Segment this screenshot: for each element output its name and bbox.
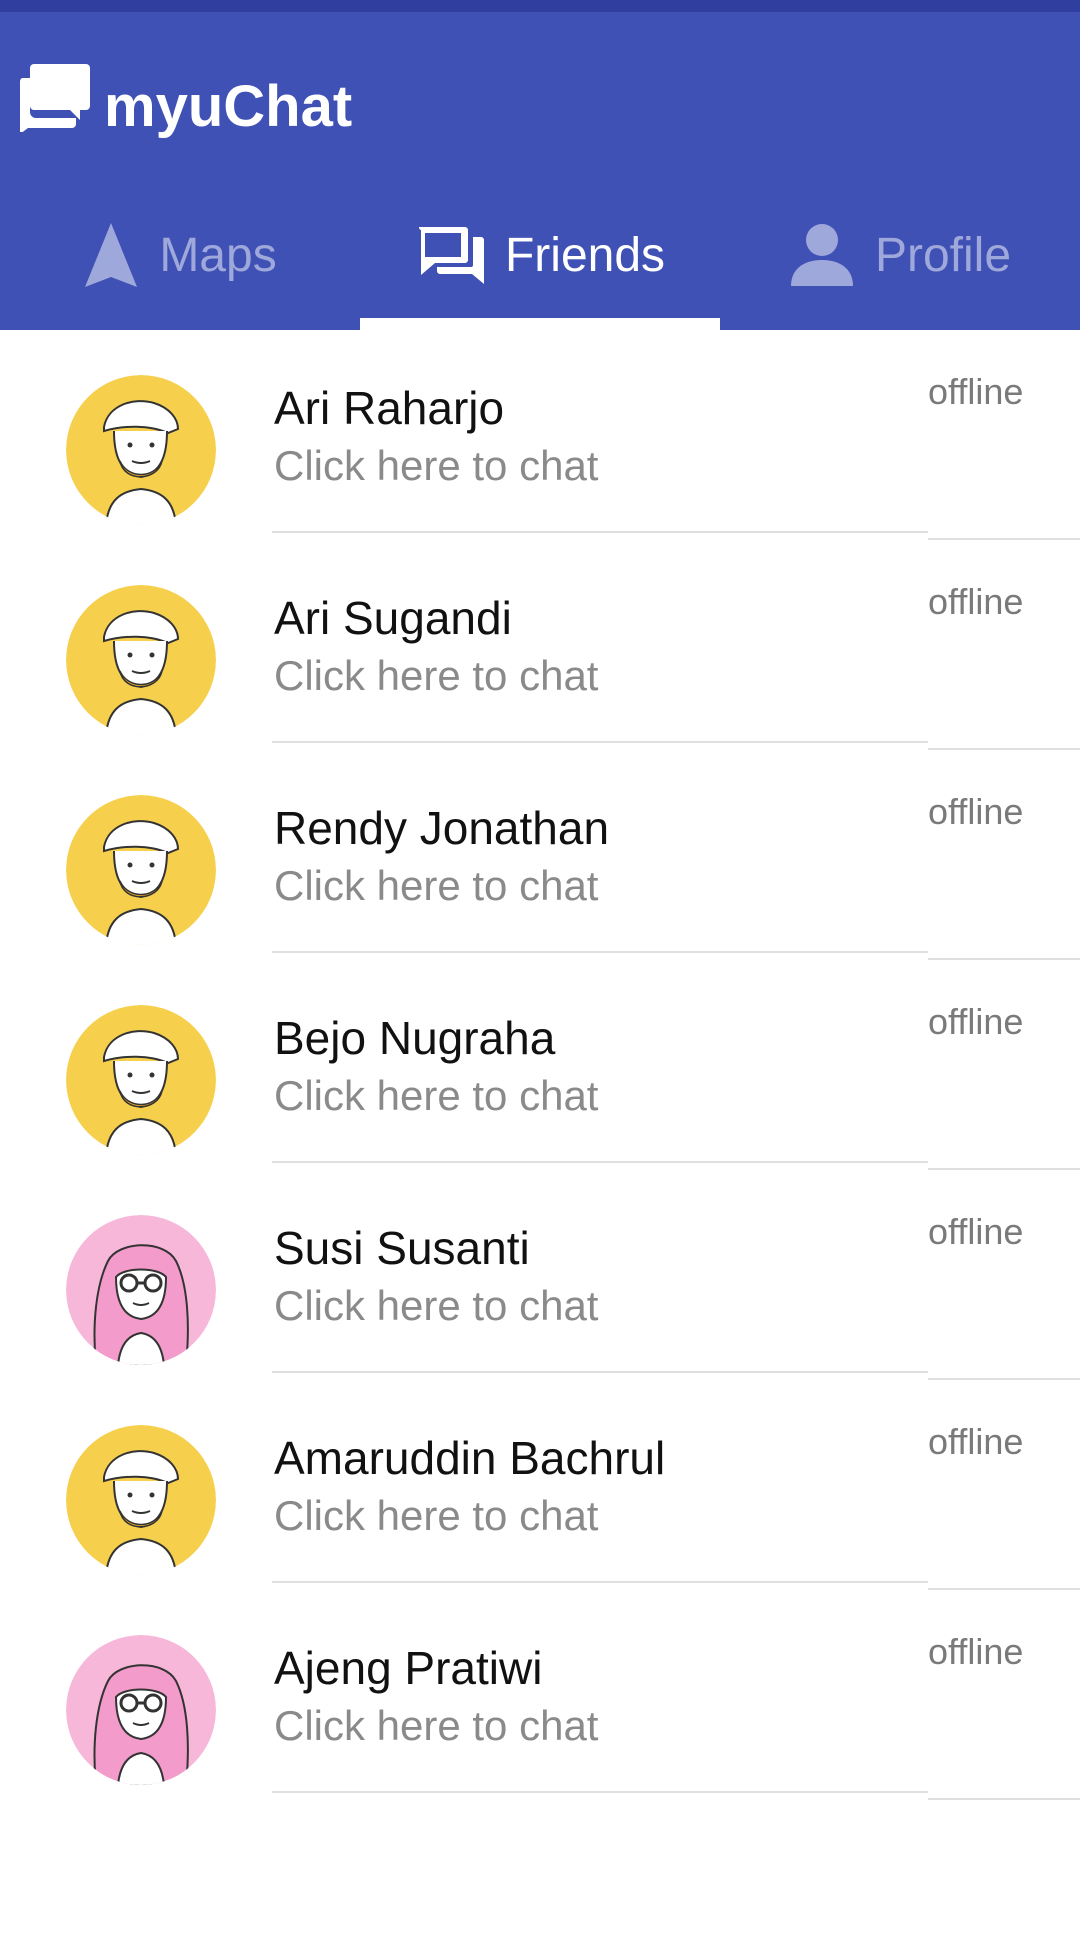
row-divider [928,1798,1080,1800]
row-divider [272,1161,928,1163]
chat-icon [418,227,484,284]
tab-label-maps: Maps [159,228,277,282]
friend-name: Amaruddin Bachrul [274,1432,666,1484]
status-label: offline [928,791,1024,832]
friend-row[interactable]: Amaruddin Bachrul Click here to chat off… [0,1380,1080,1590]
app-bar: myuChat [0,12,1080,192]
friend-subtitle: Click here to chat [274,1282,599,1329]
row-divider [272,741,928,743]
male-avatar-icon [66,375,216,525]
app-title: myuChat [104,74,353,139]
friend-subtitle: Click here to chat [274,1072,599,1119]
friend-subtitle: Click here to chat [274,862,599,909]
friend-subtitle: Click here to chat [274,652,599,699]
status-bar [0,0,1080,12]
friend-row[interactable]: Bejo Nugraha Click here to chat offline [0,960,1080,1170]
friend-name: Ari Raharjo [274,382,505,434]
friend-row[interactable]: Susi Susanti Click here to chat offline [0,1170,1080,1380]
tab-maps[interactable]: Maps [0,180,360,330]
tab-label-friends: Friends [504,228,666,282]
male-avatar [66,1425,216,1575]
person-icon [790,224,853,286]
female-avatar-icon [66,1635,216,1785]
friend-row[interactable]: Ari Sugandi Click here to chat offline [0,540,1080,750]
tab-bar: Maps Friends Profile [0,180,1080,330]
friend-row[interactable]: Ajeng Pratiwi Click here to chat offline [0,1590,1080,1800]
row-divider [272,1371,928,1373]
row-divider [272,1581,928,1583]
row-divider [272,531,928,533]
friend-row[interactable]: Ari Raharjo Click here to chat offline [0,330,1080,540]
friend-subtitle: Click here to chat [274,1702,599,1749]
status-label: offline [928,1001,1024,1042]
status-label: offline [928,1421,1024,1462]
chat-bubbles-icon [20,64,90,132]
tab-profile[interactable]: Profile [720,180,1080,330]
row-divider [272,1791,928,1793]
row-divider [272,951,928,953]
female-avatar [66,1635,216,1785]
friend-subtitle: Click here to chat [274,442,599,489]
male-avatar [66,795,216,945]
female-avatar-icon [66,1215,216,1365]
friend-subtitle: Click here to chat [274,1492,599,1539]
friend-name: Bejo Nugraha [274,1012,556,1064]
male-avatar-icon [66,1005,216,1155]
friend-name: Susi Susanti [274,1222,530,1274]
tab-label-profile: Profile [874,228,1012,282]
friends-list: Ari Raharjo Click here to chat offline A… [0,330,1080,1800]
female-avatar [66,1215,216,1365]
active-tab-indicator [360,318,720,330]
male-avatar [66,375,216,525]
tab-friends[interactable]: Friends [360,180,720,330]
friend-name: Ari Sugandi [274,592,512,644]
male-avatar-icon [66,795,216,945]
status-label: offline [928,581,1024,622]
male-avatar [66,585,216,735]
friend-name: Rendy Jonathan [274,802,610,854]
male-avatar-icon [66,585,216,735]
status-label: offline [928,1211,1024,1252]
friend-name: Ajeng Pratiwi [274,1642,543,1694]
status-label: offline [928,371,1024,412]
friend-row[interactable]: Rendy Jonathan Click here to chat offlin… [0,750,1080,960]
male-avatar-icon [66,1425,216,1575]
status-label: offline [928,1631,1024,1672]
male-avatar [66,1005,216,1155]
navigation-arrow-icon [85,223,138,287]
